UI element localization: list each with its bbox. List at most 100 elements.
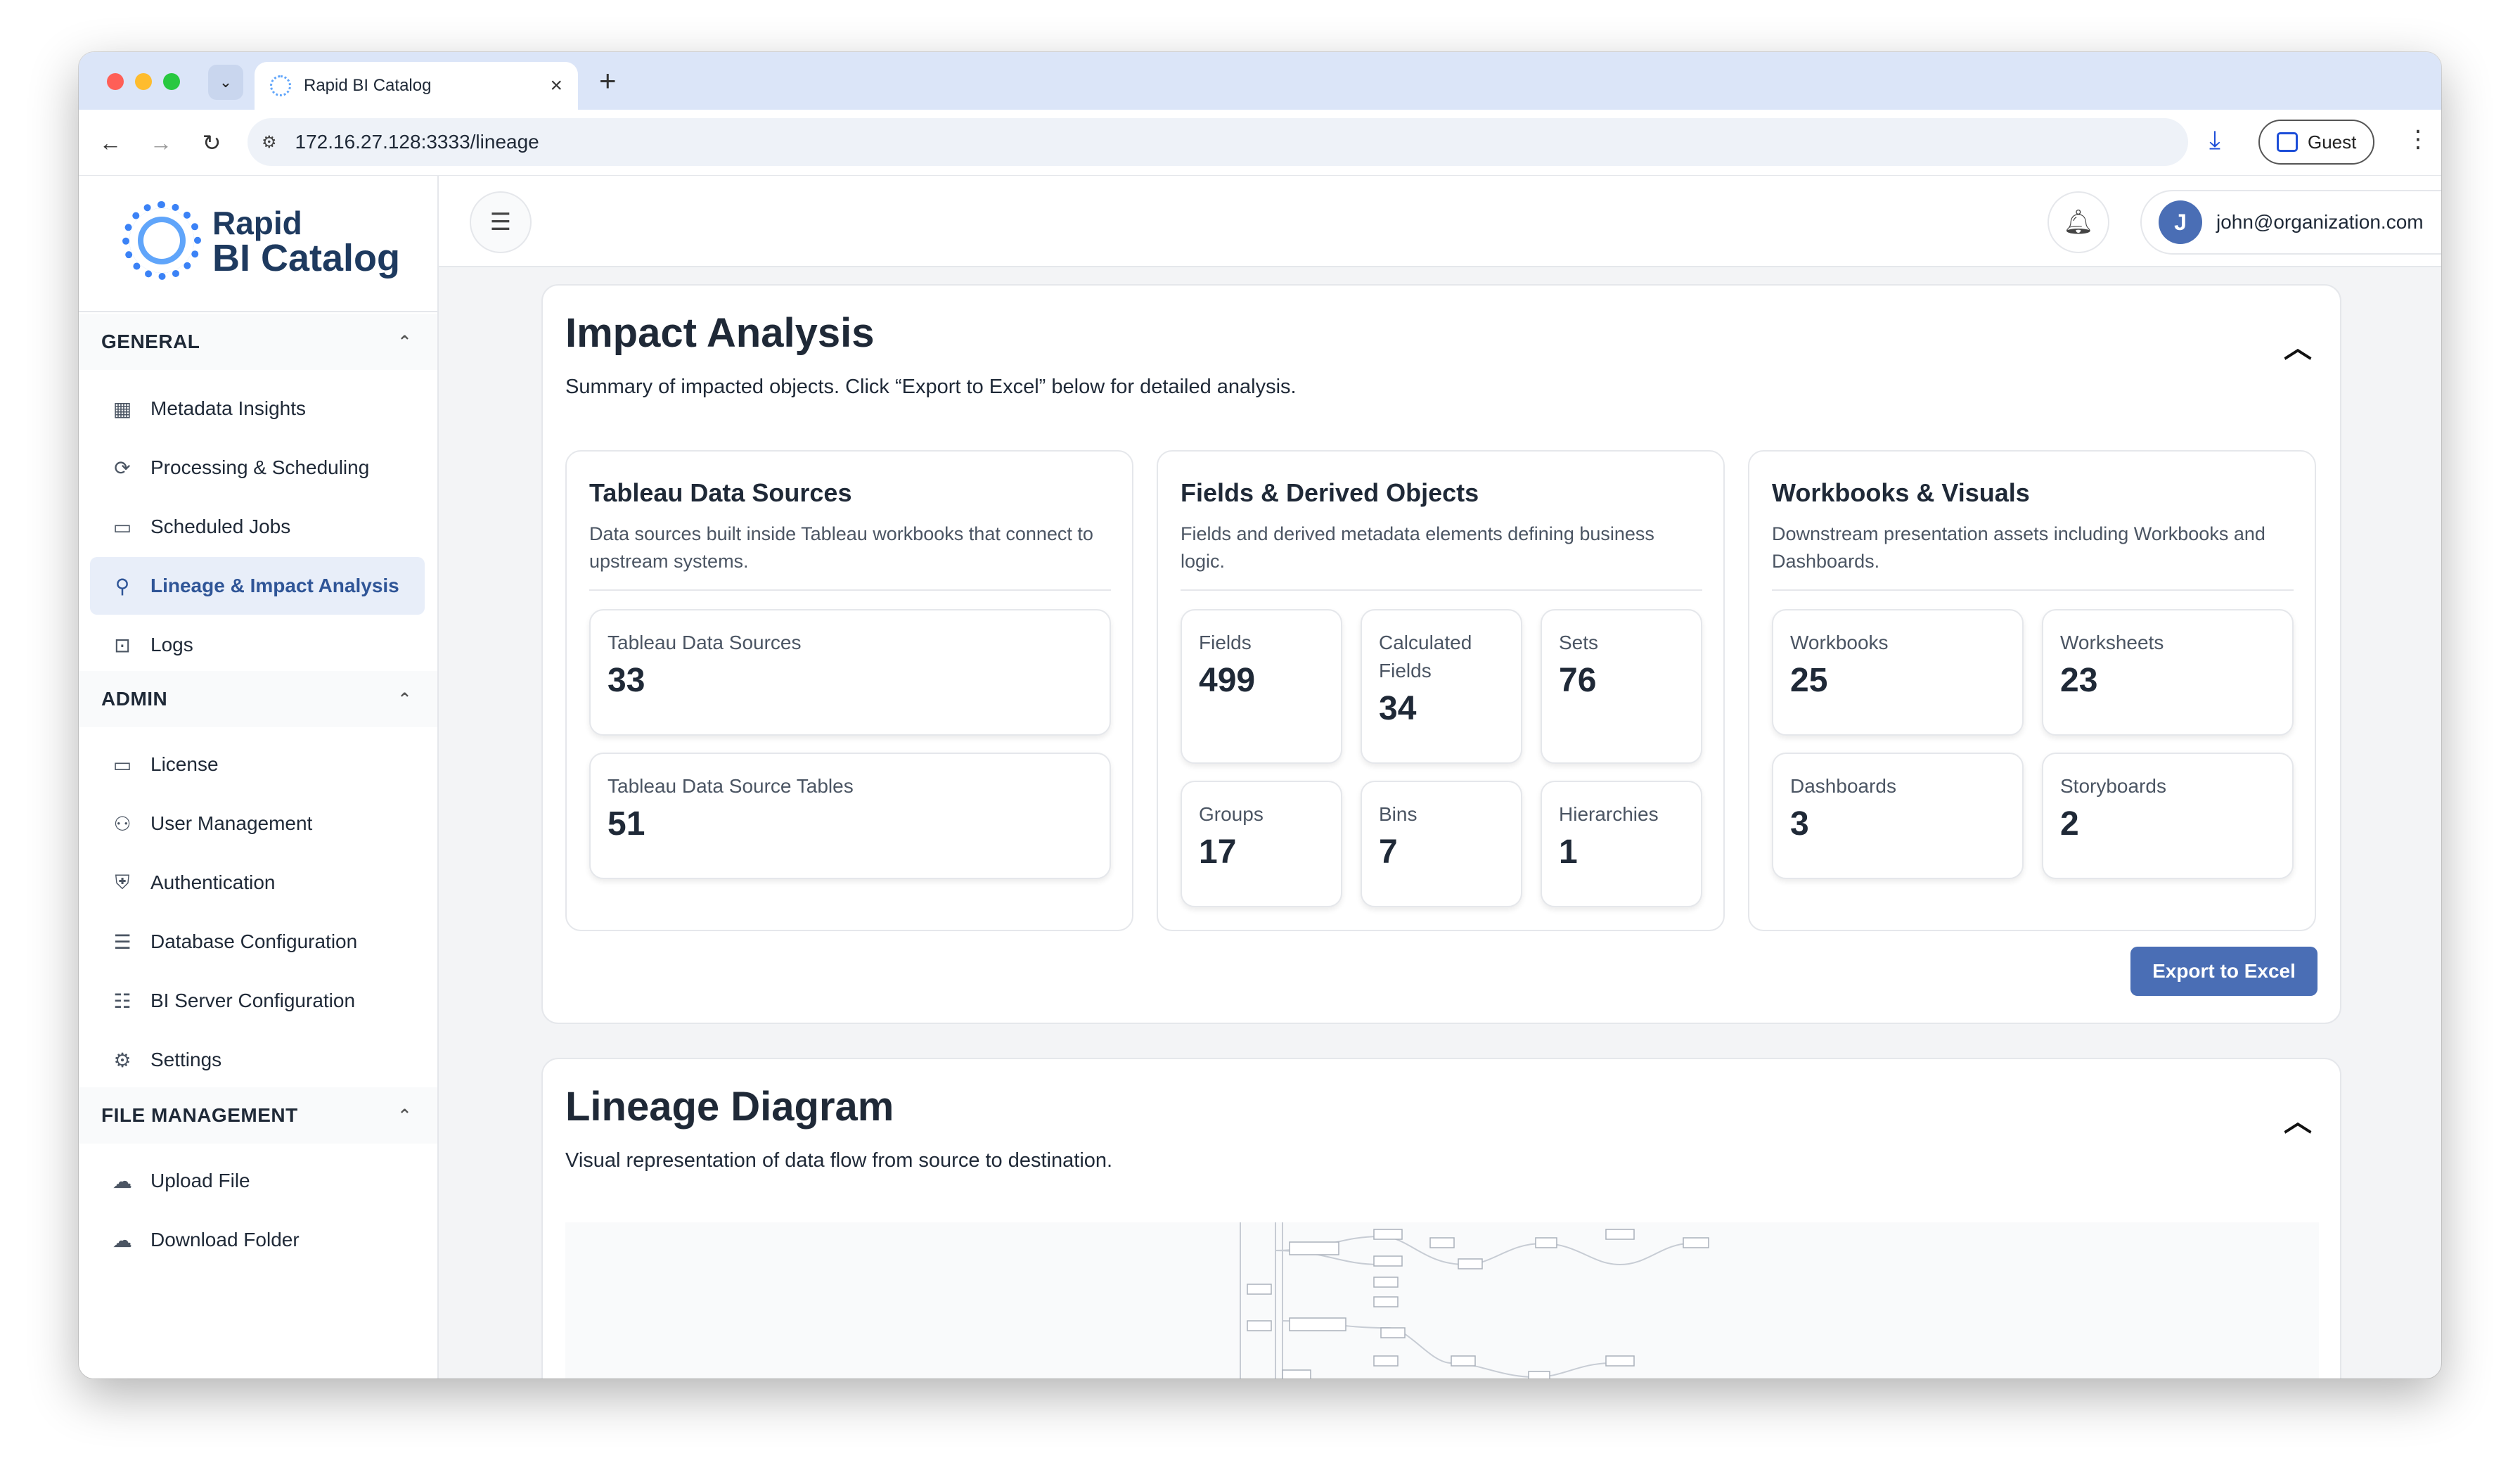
sidebar-item-label: Upload File	[150, 1170, 250, 1191]
group-fields-derived-objects: Fields & Derived Objects Fields and deri…	[1157, 450, 1725, 931]
notifications-button[interactable]: 🔔︎	[2048, 191, 2109, 253]
collapse-panel-chevron-icon[interactable]: ︿	[2284, 325, 2312, 366]
grid-icon: ▦	[112, 397, 132, 420]
metric-card[interactable]: Workbooks 25	[1772, 609, 2024, 736]
group-title: Fields & Derived Objects	[1181, 478, 1479, 507]
metric-card[interactable]: Worksheets 23	[2042, 609, 2294, 736]
browser-tab[interactable]: Rapid BI Catalog ×	[255, 62, 578, 110]
gear-icon: ⚙	[113, 1049, 131, 1071]
close-tab-icon[interactable]: ×	[550, 74, 562, 98]
sidebar-item-download-folder[interactable]: ☁ Download Folder	[90, 1211, 425, 1269]
metric-card[interactable]: Tableau Data Source Tables 51	[589, 753, 1111, 879]
sidebar-item-database-configuration[interactable]: ☰ Database Configuration	[90, 913, 425, 971]
close-window-button[interactable]	[107, 73, 124, 90]
chevron-up-icon: ⌃	[397, 689, 412, 709]
tab-search-button[interactable]: ⌄	[208, 65, 243, 100]
site-info-icon[interactable]: ⚙	[262, 132, 277, 153]
metric-label: Fields	[1199, 632, 1252, 653]
brand-line1: Rapid	[212, 205, 302, 241]
profile-button[interactable]: Guest	[2258, 120, 2375, 165]
sidebar-item-bi-server-configuration[interactable]: ☷ BI Server Configuration	[90, 972, 425, 1030]
bell-icon: 🔔︎	[2063, 209, 2094, 236]
address-bar[interactable]: ⚙ 172.16.27.128:3333/lineage	[248, 118, 2188, 166]
chevron-up-icon: ⌃	[397, 332, 412, 352]
sidebar-item-label: License	[150, 753, 219, 775]
sidebar-item-upload-file[interactable]: ☁ Upload File	[90, 1152, 425, 1210]
sidebar-item-authentication[interactable]: ⛨ Authentication	[90, 854, 425, 911]
metric-label: Dashboards	[1790, 775, 1896, 797]
download-icon[interactable]: ⤓	[2209, 125, 2220, 155]
minimize-window-button[interactable]	[135, 73, 152, 90]
sidebar-item-logs[interactable]: ⊡ Logs	[90, 616, 425, 674]
metric-label: Sets	[1559, 632, 1599, 653]
user-menu-button[interactable]: J john@organization.com ⌄	[2140, 190, 2441, 255]
section-general-header[interactable]: GENERAL ⌃	[79, 314, 437, 370]
metric-card[interactable]: Hierarchies 1	[1541, 781, 1702, 907]
sidebar-item-lineage-impact-analysis[interactable]: ⚲ Lineage & Impact Analysis	[90, 557, 425, 615]
back-button[interactable]: ←	[93, 125, 128, 160]
section-title: FILE MANAGEMENT	[101, 1104, 298, 1126]
metric-card[interactable]: Storyboards 2	[2042, 753, 2294, 879]
sidebar-item-processing-scheduling[interactable]: ⟳ Processing & Scheduling	[90, 439, 425, 497]
metric-card[interactable]: Tableau Data Sources 33	[589, 609, 1111, 736]
sidebar-item-scheduled-jobs[interactable]: ▭ Scheduled Jobs	[90, 498, 425, 556]
metric-card[interactable]: Sets 76	[1541, 609, 1702, 764]
maximize-window-button[interactable]	[163, 73, 180, 90]
new-tab-button[interactable]: +	[599, 66, 617, 96]
metric-value: 51	[608, 805, 645, 843]
metric-label: Hierarchies	[1559, 803, 1659, 825]
metric-value: 17	[1199, 833, 1237, 871]
impact-analysis-subtitle: Summary of impacted objects. Click “Expo…	[565, 376, 1297, 398]
metric-value: 2	[2060, 805, 2079, 843]
section-admin-header[interactable]: ADMIN ⌃	[79, 671, 437, 727]
avatar: J	[2159, 200, 2202, 244]
forward-button[interactable]: →	[143, 125, 179, 160]
lineage-diagram-canvas[interactable]	[565, 1222, 2319, 1379]
terminal-icon: ⊡	[114, 634, 131, 656]
impact-analysis-title: Impact Analysis	[565, 310, 875, 356]
metric-value: 25	[1790, 662, 1828, 699]
metric-card[interactable]: Fields 499	[1181, 609, 1342, 764]
arrow-left-icon: ←	[99, 129, 122, 155]
lineage-graph-preview	[1240, 1222, 1709, 1379]
more-options-icon[interactable]: ⋮	[2406, 125, 2430, 153]
sidebar-item-label: Download Folder	[150, 1229, 300, 1250]
brand-line2: BI Catalog	[212, 237, 401, 279]
impact-analysis-panel: Impact Analysis Summary of impacted obje…	[541, 284, 2341, 1024]
sidebar: Rapid BI Catalog GENERAL ⌃ ▦ Metadata In…	[79, 176, 439, 1379]
section-title: ADMIN	[101, 688, 168, 710]
sidebar-item-label: Lineage & Impact Analysis	[150, 575, 399, 596]
collapse-sidebar-button[interactable]: ☰	[470, 191, 532, 253]
sidebar-item-user-management[interactable]: ⚇ User Management	[90, 795, 425, 852]
sidebar-item-label: Metadata Insights	[150, 397, 307, 419]
section-file-management-header[interactable]: FILE MANAGEMENT ⌃	[79, 1087, 437, 1144]
lineage-diagram-title: Lineage Diagram	[565, 1084, 894, 1130]
sidebar-item-label: Scheduled Jobs	[150, 516, 291, 537]
export-to-excel-button[interactable]: Export to Excel	[2130, 947, 2318, 996]
metric-label: Workbooks	[1790, 632, 1889, 653]
sidebar-item-metadata-insights[interactable]: ▦ Metadata Insights	[90, 380, 425, 437]
metric-card[interactable]: Calculated Fields 34	[1361, 609, 1522, 764]
metric-card[interactable]: Groups 17	[1181, 781, 1342, 907]
profile-icon	[2277, 132, 2298, 152]
group-title: Workbooks & Visuals	[1772, 478, 2030, 507]
brand-logo[interactable]: Rapid BI Catalog	[122, 201, 400, 280]
refresh-icon: ⟳	[114, 456, 131, 479]
logo-icon	[122, 201, 201, 280]
sidebar-item-label: Processing & Scheduling	[150, 456, 370, 478]
collapse-panel-chevron-icon[interactable]: ︿	[2284, 1099, 2312, 1139]
divider	[1772, 589, 2294, 591]
sidebar-item-settings[interactable]: ⚙ Settings	[90, 1031, 425, 1089]
chevron-up-icon: ⌃	[397, 1106, 412, 1125]
metric-label: Tableau Data Source Tables	[608, 775, 854, 797]
menu-collapse-icon: ☰	[489, 209, 512, 236]
reload-button[interactable]: ↻	[194, 125, 229, 160]
divider	[79, 311, 437, 312]
metric-card[interactable]: Bins 7	[1361, 781, 1522, 907]
metric-card[interactable]: Dashboards 3	[1772, 753, 2024, 879]
metric-value: 3	[1790, 805, 1809, 843]
lineage-icon: ⚲	[115, 575, 130, 597]
sidebar-item-license[interactable]: ▭ License	[90, 736, 425, 793]
metric-value: 1	[1559, 833, 1578, 871]
metric-label: Groups	[1199, 803, 1264, 825]
